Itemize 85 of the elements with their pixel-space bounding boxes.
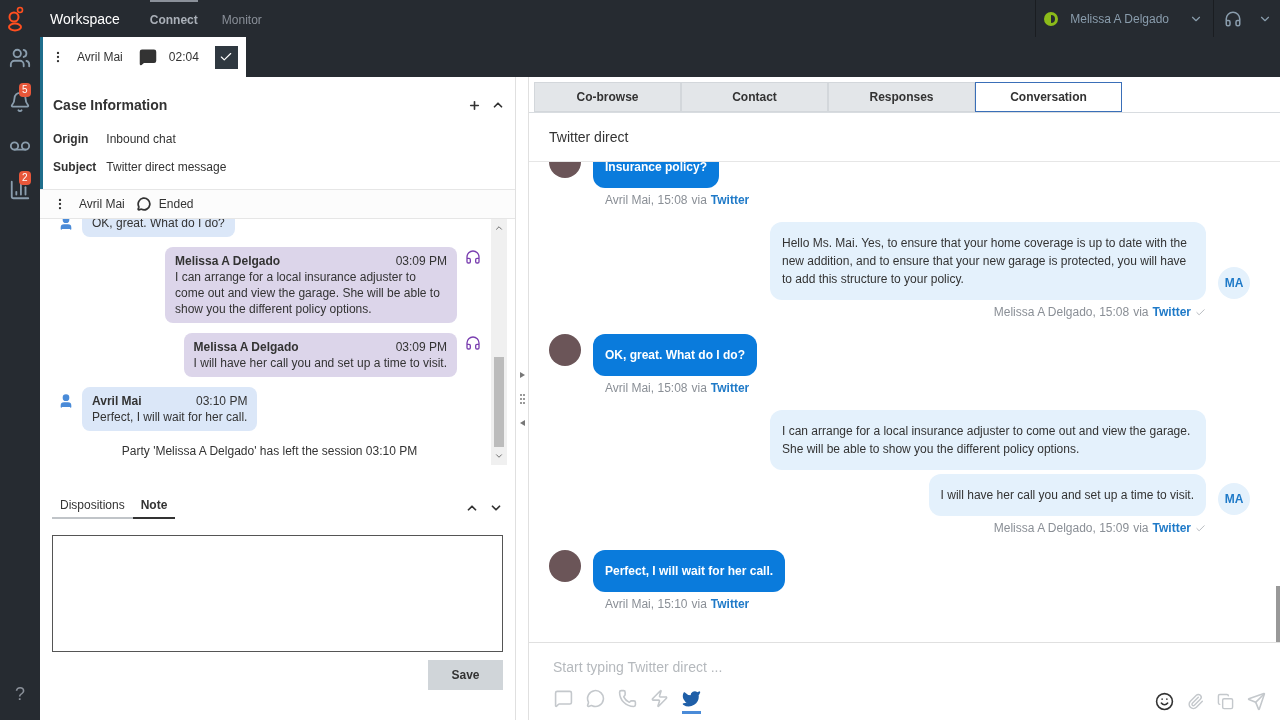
contact-name: Avril Mai [79,196,125,212]
interaction-tab[interactable]: Avril Mai 02:04 [40,37,246,77]
field-value: Inbound chat [106,131,177,147]
message-input[interactable]: Start typing Twitter direct ... [553,657,1053,677]
scroll-up-icon[interactable] [494,223,504,233]
agent-icon [465,335,481,351]
interaction-timer: 02:04 [168,49,199,65]
message-meta: Avril Mai, 15:10 [605,596,688,612]
channel-link[interactable]: Twitter [710,596,750,612]
note-field[interactable] [52,535,503,652]
count-badge: 5 [19,83,31,97]
message-text: I will have her call you and set up a time to visit. [193,355,447,371]
message-time: 03:10 PM [196,393,248,409]
chat-icon [138,48,157,66]
message-meta: Melissa A Delgado, 15:09 [993,520,1130,536]
app-title: Workspace [50,9,120,29]
scrollbar-thumb[interactable] [1276,586,1280,642]
message-time: 03:09 PM [395,339,447,355]
help-button[interactable]: ? [15,680,25,708]
drag-handle-icon[interactable] [519,393,525,404]
emoji-icon[interactable] [1155,692,1174,711]
customer-icon [58,219,74,231]
save-button[interactable]: Save [428,660,503,690]
scrollbar-thumb[interactable] [494,357,504,447]
contact-name: Avril Mai [77,49,123,65]
system-message: Party 'Melissa A Delgado' has left the session 03:10 PM [120,443,419,460]
panel-title: Case Information [53,96,168,115]
message-meta: Melissa A Delgado, 15:08 [993,304,1130,320]
message-text: I can arrange for a local insurance adjuster to come out and view the garage. She will be able to show you the different policy options. [175,269,441,317]
message-text: Perfect, I will wait for her call. [92,409,248,425]
via-label: via [1133,520,1149,536]
panel-tab[interactable]: Responses [828,82,975,112]
nav-tab[interactable]: Monitor [221,0,262,37]
sender-name: Melissa A Delgado [193,339,299,355]
reports-icon[interactable] [9,179,31,201]
via-label: via [691,596,707,612]
add-icon[interactable] [468,98,481,112]
agent-avatar: MA [1218,267,1250,299]
team-icon[interactable] [9,47,31,69]
field-label: Subject [53,159,97,175]
inbound-message: Insurance policy? [593,162,720,188]
twitter-channel-icon[interactable] [682,689,701,714]
count-badge: 2 [19,171,31,185]
channel-link[interactable]: Twitter [1152,304,1191,320]
done-button[interactable] [214,45,238,69]
panel-tab[interactable]: Conversation [975,82,1122,112]
expand-right-icon[interactable] [519,371,525,378]
chat-icon [136,197,151,211]
user-menu[interactable]: Melissa A Delgado [1070,10,1203,27]
panel-tab[interactable]: Co-browse [534,82,681,112]
panel-tab[interactable]: Contact [681,82,828,112]
chat-status: Ended [158,196,194,212]
bell-icon[interactable] [9,91,31,113]
status-icon [1044,11,1059,26]
message-meta: Avril Mai, 15:08 [605,192,688,208]
via-label: via [1133,304,1149,320]
message-meta: Avril Mai, 15:08 [605,380,688,396]
channel-link[interactable]: Twitter [710,192,750,208]
agent-icon [465,249,481,265]
note-tab[interactable]: Dispositions [52,497,133,519]
field-value: Twitter direct message [106,159,228,175]
check-icon [219,50,234,64]
outbound-message: I can arrange for a local insurance adjuster to come out and view the garage. She will be able to show you the different policy options. [770,410,1206,470]
agent-avatar: MA [1218,483,1250,515]
via-label: via [691,192,707,208]
inbound-message: OK, great. What do I do? [593,334,757,376]
note-tab[interactable]: Note [132,497,176,519]
message-time: 03:09 PM [395,253,447,269]
logo-icon [6,5,26,32]
expand-left-icon[interactable] [519,419,525,426]
channel-link[interactable]: Twitter [1152,520,1191,536]
avatar-photo-placeholder [549,334,581,366]
customer-icon [58,393,74,409]
sender-name: Melissa A Delgado [175,253,281,269]
inbound-message: Perfect, I will wait for her call. [593,550,786,592]
message-text: OK, great. What do I do? [92,219,225,231]
via-label: via [691,380,707,396]
agent-icon[interactable] [1224,9,1242,28]
channel-link[interactable]: Twitter [710,380,750,396]
sender-name: Avril Mai [92,393,142,409]
field-label: Origin [53,131,90,147]
outbound-message: I will have her call you and set up a time to visit. [928,474,1206,516]
avatar-photo-placeholder [549,550,581,582]
scroll-down-icon[interactable] [494,451,504,461]
outbound-message: Hello Ms. Mai. Yes, to ensure that your home coverage is up to date with the new addition, and to ensure that your new garage is protected, you will have to add this structure to your policy. [770,222,1206,300]
